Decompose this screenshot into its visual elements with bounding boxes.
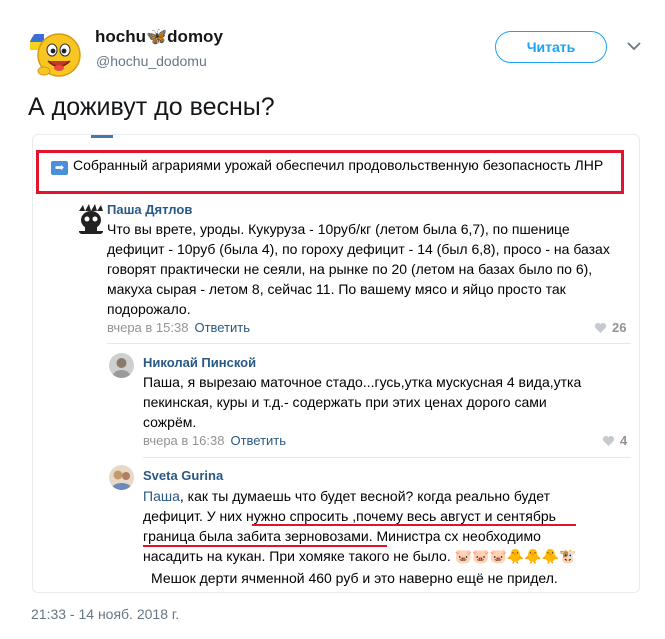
reply-link[interactable]: Ответить xyxy=(230,433,286,448)
media-screenshot[interactable]: ➡ Собранный аграриями урожай обеспечил пр… xyxy=(32,134,640,593)
comment-line: насадить на кукан. При хомяке такого не … xyxy=(143,546,577,566)
red-underline xyxy=(252,524,576,526)
comment-line-text: насадить на кукан. При хомяке такого не … xyxy=(143,548,451,564)
like-button[interactable]: 4 xyxy=(602,433,627,448)
tweet-text: А доживут до весны? xyxy=(28,93,275,121)
person-photo-icon xyxy=(109,353,134,378)
comment-line: Что вы врете, уроды. Кукуруза - 10руб/кг… xyxy=(107,221,570,237)
divider xyxy=(143,457,631,458)
comment-line: макуха сырая - летом 8, сейчас 11. По ва… xyxy=(107,281,566,297)
comment-text: Паша, как ты думаешь что будет весной? к… xyxy=(143,486,577,566)
comment-meta: вчера в 16:38 Ответить xyxy=(143,433,286,448)
author-name-part2: domoy xyxy=(167,27,223,46)
reply-link[interactable]: Ответить xyxy=(194,320,250,335)
comment-time[interactable]: вчера в 15:38 xyxy=(107,320,188,335)
mention-link[interactable]: Паша xyxy=(143,488,180,504)
comment-text: Паша, я вырезаю маточное стадо...гусь,ут… xyxy=(143,372,581,432)
comment-line: говорят практически не сеяли, на рынке п… xyxy=(107,261,593,277)
post-text-content: Собранный аграриями урожай обеспечил про… xyxy=(73,157,604,173)
divider xyxy=(107,343,631,344)
author-handle[interactable]: @hochu_dodomu xyxy=(96,53,207,69)
tab-indicator xyxy=(91,135,113,138)
comment-text: Что вы врете, уроды. Кукуруза - 10руб/кг… xyxy=(107,219,610,319)
heart-icon xyxy=(602,435,615,446)
skull-logo-icon xyxy=(73,201,109,237)
chick-emoji-icon: 🐥🐥🐥 xyxy=(506,548,560,564)
commenter-avatar[interactable] xyxy=(109,465,134,490)
smiley-avatar-icon xyxy=(30,33,81,77)
post-text: ➡ Собранный аграриями урожай обеспечил пр… xyxy=(51,155,621,175)
comment-line: подорожало. xyxy=(107,301,191,317)
author-name-part1: hochu xyxy=(95,27,146,46)
comment-line: дефицит - 10руб (была 4), по гороху дефи… xyxy=(107,241,610,257)
comment-text-extra: Мешок дерти ячменной 460 руб и это навер… xyxy=(151,570,558,586)
follow-button[interactable]: Читать xyxy=(495,31,607,63)
cow-emoji-icon: 🐮 xyxy=(559,548,577,564)
comment-line: дефицит. У них нужно спросить ,почему ве… xyxy=(143,508,556,524)
commenter-avatar[interactable] xyxy=(109,353,134,378)
commenter-avatar[interactable] xyxy=(73,201,109,237)
comment-line: Паша, как ты думаешь что будет весной? к… xyxy=(143,486,577,506)
comment-line: граница была забита зерновозами. Министр… xyxy=(143,528,541,544)
comment-line: пекинская, куры и т.д.- содержать при эт… xyxy=(143,394,547,410)
comment-line: сожрём. xyxy=(143,414,197,430)
like-button[interactable]: 26 xyxy=(594,320,626,335)
author-name[interactable]: hochu🦋domoy xyxy=(95,27,223,47)
comment-author[interactable]: Sveta Gurina xyxy=(143,468,223,483)
pig-emoji-icon: 🐷🐷🐷 xyxy=(454,548,507,564)
comment-line: Паша, я вырезаю маточное стадо...гусь,ут… xyxy=(143,374,582,390)
person-photo-icon xyxy=(109,465,134,490)
heart-icon xyxy=(594,322,607,333)
red-underline xyxy=(143,545,387,547)
like-count: 26 xyxy=(612,320,627,335)
chevron-down-icon[interactable] xyxy=(626,40,642,52)
highlighted-post: ➡ Собранный аграриями урожай обеспечил пр… xyxy=(36,150,624,194)
comment-time[interactable]: вчера в 16:38 xyxy=(143,433,224,448)
like-count: 4 xyxy=(620,433,628,448)
author-avatar[interactable] xyxy=(28,24,84,80)
butterfly-icon: 🦋 xyxy=(146,27,168,46)
comment-author[interactable]: Паша Дятлов xyxy=(107,202,192,217)
tweet-timestamp[interactable]: 21:33 - 14 нояб. 2018 г. xyxy=(31,606,179,622)
arrow-right-icon: ➡ xyxy=(51,161,68,175)
comment-meta: вчера в 15:38 Ответить xyxy=(107,320,250,335)
comment-author[interactable]: Николай Пинской xyxy=(143,355,256,370)
comment-line-rest: , как ты думаешь что будет весной? когда… xyxy=(179,488,550,504)
